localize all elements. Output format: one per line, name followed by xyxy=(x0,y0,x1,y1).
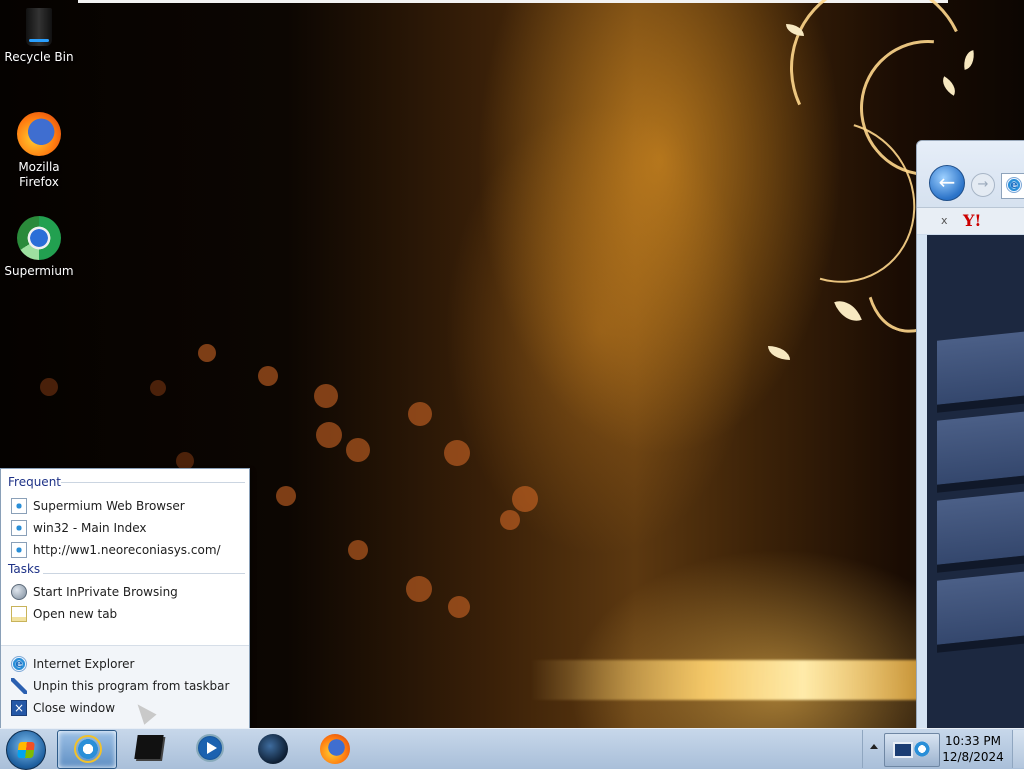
ie-page-icon xyxy=(11,520,27,536)
system-clock[interactable]: 10:33 PM 12/8/2024 xyxy=(940,733,1006,765)
jumplist-item-label: http://ww1.neoreconiasys.com/ xyxy=(33,543,221,557)
jumplist-header-frequent: Frequent xyxy=(8,475,61,489)
jumplist-item-inprivate[interactable]: Start InPrivate Browsing xyxy=(1,581,249,603)
jumplist-item-label: Open new tab xyxy=(33,607,118,621)
jumplist-item-label: Supermium Web Browser xyxy=(33,499,185,513)
web-page-content[interactable] xyxy=(927,235,1024,728)
firefox-icon xyxy=(17,112,61,156)
page-graphic xyxy=(937,409,1024,493)
bokeh-dot xyxy=(444,440,470,466)
yahoo-logo[interactable]: Y! xyxy=(963,211,981,230)
bokeh-dot xyxy=(314,384,338,408)
jumplist-item-label: Start InPrivate Browsing xyxy=(33,585,178,599)
jumplist-item-unpin[interactable]: Unpin this program from taskbar xyxy=(1,675,249,697)
bokeh-dot xyxy=(316,422,342,448)
page-graphic xyxy=(937,569,1024,653)
unpin-icon xyxy=(11,678,27,694)
bokeh-dot xyxy=(198,344,216,362)
bokeh-dot xyxy=(448,596,470,618)
jumplist-item-neoreconiasys-url[interactable]: http://ww1.neoreconiasys.com/ xyxy=(1,539,249,561)
show-desktop-button[interactable] xyxy=(1012,730,1024,768)
divider xyxy=(61,482,245,483)
windows-start-icon[interactable] xyxy=(6,730,46,770)
ie-page-icon: e xyxy=(1006,177,1022,193)
bokeh-dot xyxy=(276,486,296,506)
bokeh-dot xyxy=(258,366,278,386)
bokeh-dot xyxy=(512,486,538,512)
clock-date: 12/8/2024 xyxy=(942,750,1004,764)
close-window-icon: × xyxy=(11,700,27,716)
jumplist-item-label: Internet Explorer xyxy=(33,657,135,671)
desktop-icon-recycle-bin[interactable]: Recycle Bin xyxy=(3,8,75,65)
ie-page-icon xyxy=(11,498,27,514)
desktop-icon-label: Mozilla Firefox xyxy=(18,160,60,189)
recycle-bin-icon xyxy=(26,8,52,46)
desktop-icon-label: Recycle Bin xyxy=(4,50,74,64)
media-player-icon[interactable] xyxy=(196,734,224,762)
jumplist-item-internet-explorer[interactable]: e Internet Explorer xyxy=(1,653,249,675)
bokeh-dot xyxy=(40,378,58,396)
bokeh-dot xyxy=(348,540,368,560)
browser-toolbar: ← → e x Y! xyxy=(917,141,1024,235)
wallpaper-leaf xyxy=(834,295,862,327)
jumplist-item-open-new-tab[interactable]: Open new tab xyxy=(1,603,249,625)
jumplist-actions: e Internet Explorer Unpin this program f… xyxy=(1,645,249,728)
bokeh-dot xyxy=(500,510,520,530)
ie-jump-list: Frequent Supermium Web Browser win32 - M… xyxy=(0,468,250,728)
desktop-icon-firefox[interactable]: Mozilla Firefox xyxy=(3,112,75,190)
ie-page-icon xyxy=(11,542,27,558)
jumplist-item-win32-main-index[interactable]: win32 - Main Index xyxy=(1,517,249,539)
internet-explorer-icon: e xyxy=(11,656,27,672)
divider xyxy=(43,573,245,574)
firefox-icon[interactable] xyxy=(320,734,350,764)
desktop-wallpaper: Recycle Bin Mozilla Firefox Supermium ← … xyxy=(0,0,1024,728)
supermium-icon xyxy=(17,216,61,260)
new-tab-icon xyxy=(11,606,27,622)
back-arrow-icon[interactable]: ← xyxy=(929,165,965,201)
internet-explorer-icon xyxy=(74,735,102,763)
console-icon[interactable] xyxy=(134,735,164,759)
jumplist-item-label: Close window xyxy=(33,701,116,715)
divider xyxy=(862,730,863,768)
bokeh-dot xyxy=(150,380,166,396)
jumplist-item-label: Unpin this program from taskbar xyxy=(33,679,230,693)
desktop-icon-supermium[interactable]: Supermium xyxy=(3,216,75,279)
address-bar[interactable]: e xyxy=(1001,173,1024,199)
bokeh-dot xyxy=(406,576,432,602)
toolbar-row: x Y! xyxy=(917,207,1024,234)
forward-arrow-icon[interactable]: → xyxy=(971,173,995,197)
taskbar: 10:33 PM 12/8/2024 xyxy=(0,728,1024,770)
internet-explorer-window[interactable]: ← → e x Y! xyxy=(916,140,1024,728)
supermium-icon[interactable] xyxy=(258,734,288,764)
jumplist-item-close-window[interactable]: × Close window xyxy=(1,697,249,719)
wallpaper-glow xyxy=(530,660,920,700)
chevron-up-icon[interactable] xyxy=(870,744,878,749)
clock-time: 10:33 PM xyxy=(945,734,1001,748)
inprivate-icon xyxy=(11,584,27,600)
jumplist-item-supermium-web-browser[interactable]: Supermium Web Browser xyxy=(1,495,249,517)
close-icon[interactable]: x xyxy=(941,214,948,227)
bokeh-dot xyxy=(408,402,432,426)
wallpaper-leaf xyxy=(768,346,790,360)
taskbar-button-internet-explorer[interactable] xyxy=(57,730,117,769)
network-icon[interactable] xyxy=(884,733,940,767)
page-graphic xyxy=(937,329,1024,413)
bokeh-dot xyxy=(346,438,370,462)
desktop-icon-label: Supermium xyxy=(4,264,74,278)
jumplist-header-tasks: Tasks xyxy=(8,562,41,576)
jumplist-item-label: win32 - Main Index xyxy=(33,521,147,535)
page-graphic xyxy=(937,489,1024,573)
